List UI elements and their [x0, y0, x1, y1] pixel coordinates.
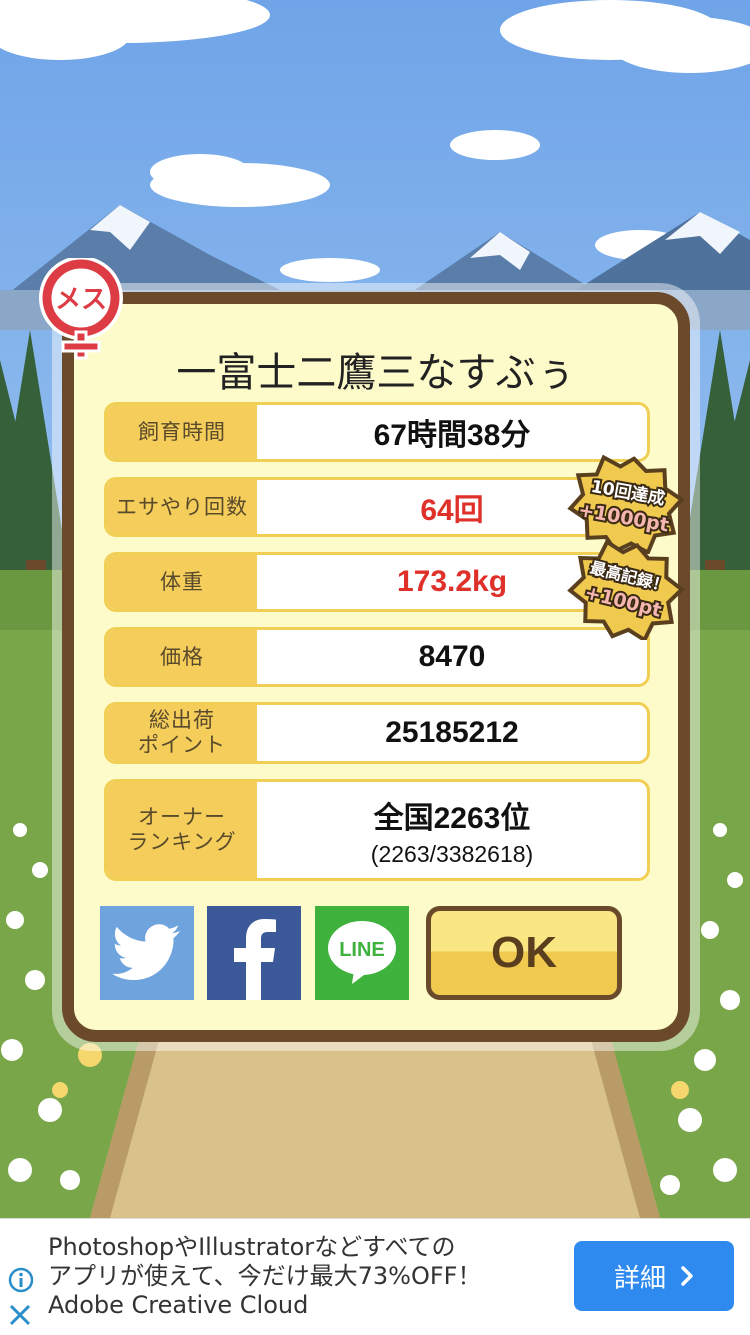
- twitter-share-button[interactable]: [100, 906, 194, 1000]
- close-icon[interactable]: [8, 1303, 32, 1331]
- facebook-f-icon: [234, 919, 276, 1000]
- row-label-line1: 総出荷: [149, 708, 215, 732]
- ad-banner[interactable]: PhotoshopやIllustratorなどすべての アプリが使えて、今だけ最…: [0, 1218, 750, 1335]
- row-raising-time: 飼育時間 67時間38分: [104, 402, 650, 462]
- info-icon[interactable]: [8, 1267, 34, 1297]
- ad-details-label: 詳細: [613, 1263, 666, 1294]
- row-owner-ranking: オーナー ランキング 全国2263位 (2263/3382618): [104, 779, 650, 881]
- line-bubble-icon: LINE: [328, 921, 396, 984]
- row-label: 価格: [107, 630, 257, 684]
- ad-line2: アプリが使えて、今だけ最大73%OFF！: [48, 1262, 482, 1290]
- twitter-bird-icon: [112, 924, 180, 980]
- ad-line3: Adobe Creative Cloud: [48, 1291, 309, 1319]
- gender-label: メス: [55, 285, 107, 315]
- ok-button[interactable]: OK: [426, 906, 622, 1000]
- row-label-line2: ポイント: [138, 733, 226, 757]
- facebook-share-button[interactable]: [207, 906, 301, 1000]
- row-label: オーナー ランキング: [107, 782, 257, 878]
- ranking-detail: (2263/3382618): [370, 840, 534, 867]
- row-label: エサやり回数: [107, 480, 257, 534]
- ad-line1: PhotoshopやIllustratorなどすべての: [48, 1233, 456, 1261]
- row-value: 全国2263位 (2263/3382618): [257, 782, 647, 878]
- row-label: 体重: [107, 555, 257, 609]
- row-label: 飼育時間: [107, 405, 257, 459]
- line-share-button[interactable]: LINE: [315, 906, 409, 1000]
- row-label-line1: オーナー: [138, 805, 226, 829]
- row-shipping-points: 総出荷 ポイント 25185212: [104, 702, 650, 764]
- row-value: 25185212: [385, 716, 519, 749]
- row-label: 総出荷 ポイント: [107, 705, 257, 761]
- female-gender-icon: メス: [34, 256, 128, 366]
- result-dialog: 一富士二鷹三なすぶぅ 飼育時間 67時間38分 エサやり回数 64回 体重 17…: [62, 292, 690, 1042]
- achievement-badge-record: 最高記録！ +100pt: [566, 539, 686, 644]
- row-value: 67時間38分: [373, 419, 531, 452]
- ad-details-button[interactable]: 詳細: [574, 1241, 734, 1311]
- line-label: LINE: [339, 939, 385, 961]
- chevron-right-icon: [681, 1266, 693, 1286]
- ad-copy: PhotoshopやIllustratorなどすべての アプリが使えて、今だけ最…: [48, 1233, 481, 1320]
- dialog-title: 一富士二鷹三なすぶぅ: [176, 350, 576, 396]
- row-label-line2: ランキング: [127, 830, 237, 854]
- ranking-value: 全国2263位: [373, 801, 531, 835]
